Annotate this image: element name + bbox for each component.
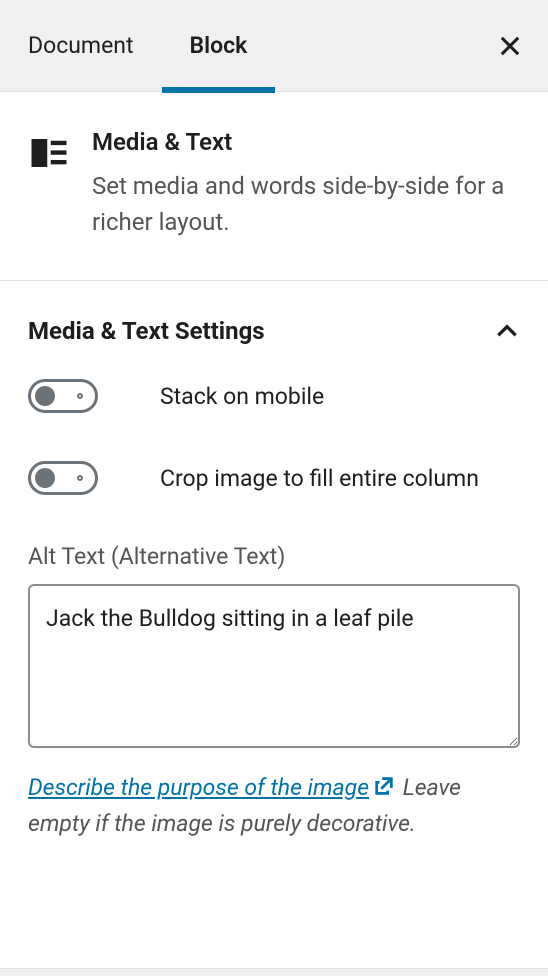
describe-image-link[interactable]: Describe the purpose of the image xyxy=(28,774,397,801)
tab-document-label: Document xyxy=(28,32,134,59)
stack-on-mobile-toggle[interactable] xyxy=(28,379,98,413)
stack-on-mobile-row: Stack on mobile xyxy=(28,379,520,413)
settings-section-title: Media & Text Settings xyxy=(28,317,265,345)
alt-text-help: Describe the purpose of the image Leave … xyxy=(28,770,520,841)
external-link-icon xyxy=(373,775,395,797)
alt-text-input[interactable] xyxy=(28,584,520,748)
settings-section-header[interactable]: Media & Text Settings xyxy=(28,281,520,379)
tab-block[interactable]: Block xyxy=(162,0,276,92)
block-info-card: Media & Text Set media and words side-by… xyxy=(0,92,548,281)
block-description: Set media and words side-by-side for a r… xyxy=(92,168,520,240)
close-icon xyxy=(496,32,524,60)
alt-text-field: Alt Text (Alternative Text) Describe the… xyxy=(28,543,520,841)
crop-image-label: Crop image to fill entire column xyxy=(160,461,479,494)
tab-document[interactable]: Document xyxy=(0,0,162,92)
stack-on-mobile-label: Stack on mobile xyxy=(160,379,324,412)
chevron-up-icon xyxy=(494,318,520,344)
close-button[interactable] xyxy=(494,30,526,62)
crop-image-toggle[interactable] xyxy=(28,461,98,495)
crop-image-row: Crop image to fill entire column xyxy=(28,461,520,495)
tab-block-label: Block xyxy=(190,32,248,59)
describe-image-link-text: Describe the purpose of the image xyxy=(28,774,369,801)
block-title: Media & Text xyxy=(92,128,520,156)
panel-bottom-border xyxy=(0,968,548,976)
alt-text-label: Alt Text (Alternative Text) xyxy=(28,543,520,570)
inspector-tabs: Document Block xyxy=(0,0,548,92)
media-text-icon xyxy=(28,132,70,174)
